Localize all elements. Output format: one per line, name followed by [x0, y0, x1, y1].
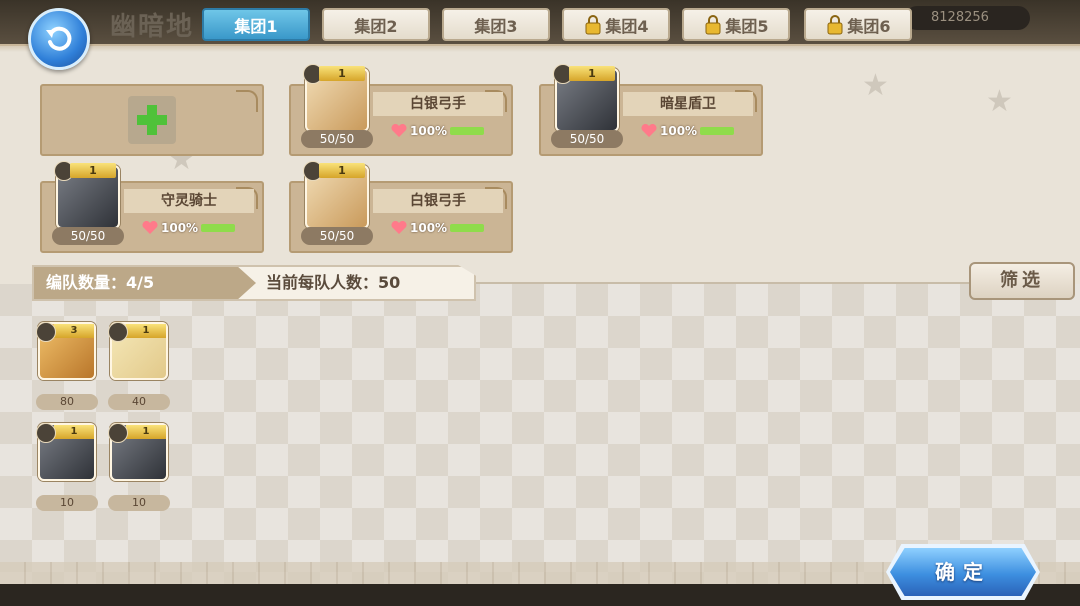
hp-percent: 100% [660, 124, 698, 138]
formation-info-bar: 编队数量：4/5 当前每队人数：50 [32, 265, 476, 301]
tab-group-2[interactable]: 集团2 [322, 8, 430, 41]
heart-icon [142, 221, 158, 234]
unit-count: 80 [36, 394, 98, 410]
hp-percent: 100% [410, 221, 448, 235]
tab-group-1[interactable]: 集团1 [202, 8, 310, 41]
formation-slot-empty[interactable] [40, 84, 264, 156]
level-badge: 1 [126, 324, 166, 338]
unit-pool-item[interactable]: 1 40 [108, 322, 170, 412]
heart-icon [641, 124, 657, 137]
hp-row: 100% [391, 124, 485, 138]
tab-label: 集团3 [474, 16, 518, 36]
hp-fill [450, 127, 485, 135]
star-decoration-icon: ★ [986, 84, 1013, 119]
lock-icon [705, 14, 721, 34]
hp-fill [700, 127, 735, 135]
helm-class-icon [36, 322, 56, 342]
troop-count: 50/50 [301, 130, 373, 148]
lock-icon [585, 14, 601, 34]
formation-card-silver-archer[interactable]: 1 50/50 白银弓手 100% [289, 161, 513, 253]
formation-card-silver-archer[interactable]: 1 50/50 白银弓手 100% [289, 64, 513, 156]
lock-icon [827, 14, 843, 34]
tab-label: 集团2 [354, 16, 398, 36]
divider [470, 282, 970, 284]
tab-label: 集团4 [605, 16, 649, 36]
hp-bar [450, 127, 485, 135]
level-badge: 1 [54, 425, 94, 439]
unit-count: 10 [108, 495, 170, 511]
hp-row: 100% [391, 221, 485, 235]
tab-label: 集团1 [234, 16, 278, 36]
level-badge: 1 [319, 163, 365, 178]
troop-count: 50/50 [301, 227, 373, 245]
helm-class-icon [36, 423, 56, 443]
unit-count: 10 [36, 495, 98, 511]
tab-group-6[interactable]: 集团6 [804, 8, 912, 41]
tab-group-3[interactable]: 集团3 [442, 8, 550, 41]
level-badge: 1 [319, 66, 365, 81]
back-button[interactable] [28, 8, 90, 70]
tab-label: 集团5 [725, 16, 769, 36]
hp-bar [450, 224, 485, 232]
troop-count: 50/50 [551, 130, 623, 148]
tab-group-5[interactable]: 集团5 [682, 8, 790, 41]
unit-pool-item[interactable]: 1 10 [108, 423, 170, 513]
per-team-count: 当前每队人数：50 [266, 273, 401, 292]
unit-count: 40 [108, 394, 170, 410]
unit-name: 白银弓手 [373, 189, 503, 213]
heart-icon [391, 221, 407, 234]
level-badge: 1 [70, 163, 116, 178]
team-count: 编队数量：4/5 [34, 267, 256, 299]
unit-name: 白银弓手 [373, 92, 503, 116]
card-corner-ornament [236, 90, 258, 112]
back-arrow-icon [46, 26, 72, 51]
tab-group-4[interactable]: 集团4 [562, 8, 670, 41]
hp-row: 100% [641, 124, 735, 138]
magic-class-icon [108, 322, 128, 342]
confirm-button[interactable]: 确定 [890, 548, 1036, 596]
level-badge: 1 [569, 66, 615, 81]
filter-button[interactable]: 筛选 [969, 262, 1075, 300]
heart-icon [391, 124, 407, 137]
shield-class-icon [108, 423, 128, 443]
level-badge: 1 [126, 425, 166, 439]
unit-pool-item[interactable]: 3 80 [36, 322, 98, 412]
star-decoration-icon: ★ [862, 68, 889, 103]
hp-fill [201, 224, 236, 232]
hp-percent: 100% [161, 221, 199, 235]
hp-bar [700, 127, 735, 135]
page-title: 幽暗地 [110, 12, 195, 42]
level-badge: 3 [54, 324, 94, 338]
formation-card-spirit-knight[interactable]: 1 50/50 守灵骑士 100% [40, 161, 264, 253]
troop-count: 50/50 [52, 227, 124, 245]
hp-fill [450, 224, 485, 232]
gold-readout: 8128256 [905, 6, 1030, 30]
formation-screen: 幽暗地 8128256 ★ ★ ★ 集团1 集团2 集团3 集团4 集团5 集团… [0, 0, 1080, 606]
hp-bar [201, 224, 236, 232]
tab-label: 集团6 [847, 16, 891, 36]
formation-card-dark-star-guard[interactable]: 1 50/50 暗星盾卫 100% [539, 64, 763, 156]
unit-pool-item[interactable]: 1 10 [36, 423, 98, 513]
plus-icon [137, 105, 167, 135]
hp-row: 100% [142, 221, 236, 235]
hp-percent: 100% [410, 124, 448, 138]
unit-name: 暗星盾卫 [623, 92, 753, 116]
unit-name: 守灵骑士 [124, 189, 254, 213]
add-unit-button[interactable] [128, 96, 176, 144]
